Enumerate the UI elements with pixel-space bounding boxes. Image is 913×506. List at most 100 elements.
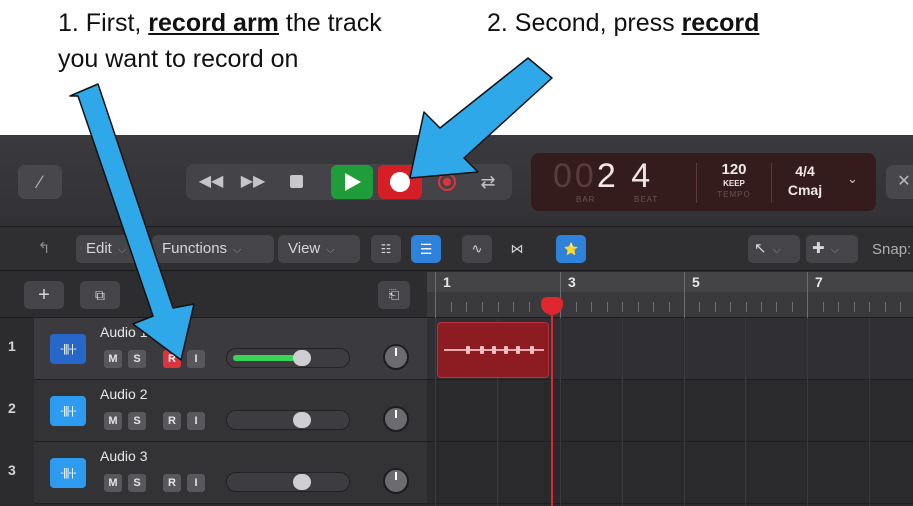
pan-knob[interactable] (383, 406, 409, 432)
waveform-peak (504, 346, 508, 354)
flex-icon[interactable]: ⋈ (500, 235, 534, 263)
ruler-tick (669, 302, 670, 312)
instruction-step-1-prefix: 1. First, (58, 9, 149, 37)
ruler-tick (869, 302, 870, 312)
input-monitoring-button[interactable]: I (187, 350, 205, 368)
ruler-bar-number: 7 (815, 274, 823, 290)
lcd-beat-label: BEAT (634, 195, 659, 204)
grid-line (684, 318, 685, 506)
lcd-position: 002 4 (553, 157, 653, 196)
view-menu[interactable]: View ⌵ (278, 235, 360, 263)
track-number-strip (0, 442, 34, 504)
lcd-bar-value: 2 (596, 157, 619, 195)
instruction-step-2: 2. Second, press record (487, 6, 759, 40)
fast-forward-button[interactable]: ▶▶ (236, 168, 270, 196)
waveform-peak (530, 346, 534, 354)
transport-controls: ◀◀ ▶▶ ⇄ (186, 164, 512, 200)
track-name[interactable]: Audio 3 (100, 448, 147, 464)
pencil-icon[interactable]: ∕ (18, 165, 62, 199)
track-header-audio-2[interactable]: 2 -|||-|- Audio 2 M S R I (0, 380, 427, 442)
track-header-audio-1[interactable]: 1 -|||-|- Audio 1 M S R I (0, 318, 427, 380)
solo-button[interactable]: S (128, 350, 146, 368)
lcd-signature[interactable]: 4/4 Cmaj (780, 163, 830, 198)
ruler-tick (776, 302, 777, 312)
ruler-bar-line (807, 272, 808, 318)
volume-fader-handle[interactable] (293, 412, 311, 428)
input-monitoring-button[interactable]: I (187, 474, 205, 492)
instruction-step-2-prefix: 2. Second, press (487, 9, 682, 37)
lcd-key: Cmaj (787, 182, 823, 198)
ruler-tick (591, 302, 592, 312)
record-enable-button[interactable]: R (163, 474, 181, 492)
bar-ruler[interactable]: 1 3 5 7 (427, 272, 913, 318)
automation-icon[interactable]: ∿ (462, 235, 492, 263)
volume-fader[interactable] (226, 472, 350, 492)
snap-icon[interactable]: ⭐ (556, 235, 586, 263)
record-enable-button[interactable]: R (163, 412, 181, 430)
mute-button[interactable]: M (104, 350, 122, 368)
lcd-beat-value: 4 (631, 157, 654, 195)
solo-button[interactable]: S (128, 474, 146, 492)
mute-button[interactable]: M (104, 412, 122, 430)
ruler-tick (699, 302, 700, 312)
pan-knob[interactable] (383, 344, 409, 370)
ruler-bar-number: 3 (568, 274, 576, 290)
record-button[interactable] (378, 165, 422, 199)
ruler-bar-line (435, 272, 436, 318)
lcd-display[interactable]: 002 4 BAR BEAT 120 KEEP TEMPO 4/4 Cmaj ⌄ (531, 153, 876, 211)
mute-button[interactable]: M (104, 474, 122, 492)
track-header-audio-3[interactable]: 3 -|||-|- Audio 3 M S R I (0, 442, 427, 504)
track-lane[interactable] (427, 380, 913, 442)
volume-fader[interactable] (226, 348, 350, 368)
play-button[interactable] (331, 165, 373, 199)
cycle-button[interactable]: ⇄ (473, 168, 503, 196)
add-track-button[interactable]: + (24, 281, 64, 309)
waveform-icon: -|||-|- (50, 334, 86, 364)
track-lane[interactable] (427, 442, 913, 504)
crosshair-icon: ✚ (812, 240, 825, 257)
input-monitoring-button[interactable]: I (187, 412, 205, 430)
playhead[interactable] (551, 300, 553, 506)
lcd-tempo[interactable]: 120 KEEP TEMPO (709, 161, 759, 199)
capture-recording-button[interactable] (434, 168, 460, 196)
lcd-tempo-label: TEMPO (717, 190, 751, 199)
arrange-area[interactable] (427, 318, 913, 506)
grid-line (622, 318, 623, 506)
list-view-icon[interactable]: ☰ (411, 235, 441, 263)
close-icon[interactable]: ✕ (886, 165, 913, 199)
waveform-peak (516, 346, 520, 354)
functions-menu-label: Functions (162, 240, 228, 257)
ruler-tick (653, 302, 654, 312)
duplicate-track-icon[interactable]: ⧉ (80, 281, 120, 309)
instruction-step-1-line-2: you want to record on (58, 45, 299, 73)
track-name[interactable]: Audio 2 (100, 386, 147, 402)
track-number-strip (0, 380, 34, 442)
pan-knob[interactable] (383, 468, 409, 494)
lcd-position-leading: 00 (553, 157, 597, 195)
volume-fader[interactable] (226, 410, 350, 430)
marquee-tool[interactable]: ✚ ⌵ (806, 235, 858, 263)
region-waveform (444, 346, 544, 354)
chevron-down-icon[interactable]: ⌄ (847, 171, 858, 187)
volume-fader-handle[interactable] (293, 350, 311, 366)
stop-button[interactable] (284, 168, 308, 196)
audio-region[interactable] (437, 322, 549, 378)
waveform-peak (480, 346, 484, 354)
lcd-divider (771, 163, 772, 203)
catch-icon[interactable]: ⎗ (378, 281, 410, 309)
functions-menu[interactable]: Functions ⌵ (152, 235, 274, 263)
rewind-button[interactable]: ◀◀ (194, 168, 228, 196)
up-level-icon[interactable]: ↰ (24, 235, 64, 263)
volume-fader-meter (233, 355, 295, 361)
grid-icon[interactable]: ☷ (371, 235, 401, 263)
record-enable-button[interactable]: R (163, 350, 181, 368)
ruler-cycle-strip[interactable] (427, 272, 913, 292)
waveform-icon: -|||-|- (50, 458, 86, 488)
volume-fader-handle[interactable] (293, 474, 311, 490)
solo-button[interactable]: S (128, 412, 146, 430)
track-name[interactable]: Audio 1 (100, 324, 147, 340)
pointer-tool[interactable]: ↖ ⌵ (748, 235, 800, 263)
chevron-down-icon: ⌵ (117, 244, 127, 256)
snap-label[interactable]: Snap: (872, 241, 911, 258)
edit-menu[interactable]: Edit ⌵ (76, 235, 148, 263)
